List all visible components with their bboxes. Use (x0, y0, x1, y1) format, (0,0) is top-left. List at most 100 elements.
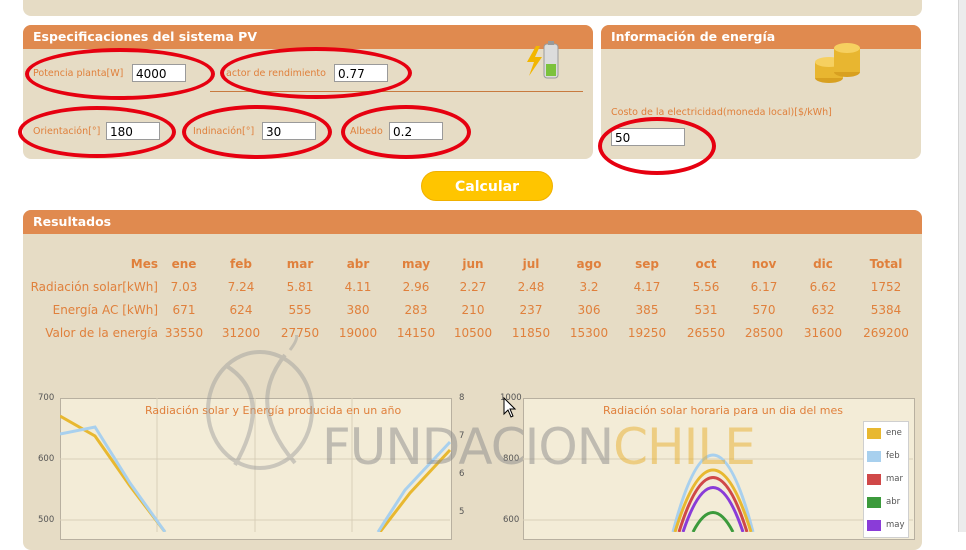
y-tick-label-right: 5 (459, 507, 465, 517)
table-cell: 19250 (627, 325, 667, 340)
annotation-ring (220, 47, 412, 99)
coins-icon (815, 43, 860, 83)
annotation-ring (182, 105, 332, 159)
table-cell: 5384 (870, 302, 902, 317)
energy-series-line (60, 414, 167, 532)
annotation-ring (18, 106, 176, 158)
table-cell: 14150 (396, 325, 436, 340)
header-cell: dic (813, 256, 833, 271)
table-cell: 632 (811, 302, 835, 317)
table-cell: 10500 (453, 325, 493, 340)
table-cell: 1752 (870, 279, 902, 294)
table-cell: 4.17 (633, 279, 661, 294)
table-cell: 26550 (686, 325, 726, 340)
legend-label: ene (886, 428, 902, 438)
header-cell: ene (171, 256, 197, 271)
table-cell: 269200 (863, 325, 909, 340)
table-cell: 5.81 (286, 279, 314, 294)
legend-label: mar (886, 474, 903, 484)
table-header-row: Mes ene feb mar abr may jun jul ago sep … (24, 252, 918, 275)
annotation-ring (598, 117, 716, 175)
hourly-series-may (681, 486, 745, 532)
table-row: Valor de la energía 33550 31200 27750 19… (24, 321, 918, 344)
y-tick-label: 600 (503, 515, 520, 525)
table-cell: 4.11 (344, 279, 372, 294)
header-cell: oct (695, 256, 717, 271)
row-label: Radiación solar[kWh] (30, 279, 158, 294)
header-cell: sep (635, 256, 659, 271)
table-row: Radiación solar[kWh] 7.03 7.24 5.81 4.11… (24, 275, 918, 298)
table-cell: 2.48 (517, 279, 545, 294)
legend-item (867, 520, 881, 531)
table-cell: 237 (519, 302, 543, 317)
results-title: Resultados (23, 210, 922, 234)
table-row: Energía AC [kWh] 671 624 555 380 283 210… (24, 298, 918, 321)
header-cell: ago (576, 256, 602, 271)
y-tick-label: 700 (38, 393, 55, 403)
legend-item (867, 497, 881, 508)
table-cell: 555 (288, 302, 312, 317)
table-cell: 28500 (744, 325, 784, 340)
table-cell: 570 (752, 302, 776, 317)
row-label: Valor de la energía (45, 325, 158, 340)
header-cell: feb (230, 256, 252, 271)
watermark-text: FUNDACIONCHILE (322, 418, 756, 476)
results-table: Mes ene feb mar abr may jun jul ago sep … (24, 252, 918, 344)
battery-charging-icon (527, 41, 559, 79)
table-cell: 380 (346, 302, 370, 317)
table-cell: 5.56 (692, 279, 720, 294)
table-cell: 2.27 (459, 279, 487, 294)
calcular-button[interactable]: Calcular (421, 171, 553, 201)
table-cell: 7.03 (170, 279, 198, 294)
top-panel-remnant (23, 0, 922, 16)
radiation-series-line (60, 425, 167, 532)
table-cell: 624 (229, 302, 253, 317)
hourly-chart-title: Radiación solar horaria para un dia del … (603, 404, 843, 417)
row-label: Energía AC [kWh] (52, 302, 158, 317)
watermark-part2: CHILE (613, 418, 756, 476)
table-cell: 3.2 (579, 279, 599, 294)
legend-item (867, 474, 881, 485)
legend-item (867, 428, 881, 439)
mouse-cursor-icon (503, 397, 517, 418)
pv-specs-title: Especificaciones del sistema PV (23, 25, 593, 49)
header-cell: Mes (130, 256, 158, 271)
costo-label: Costo de la electricidad(moneda local)[$… (611, 107, 832, 118)
hourly-series-abr (691, 511, 735, 532)
table-cell: 531 (694, 302, 718, 317)
legend-label: feb (886, 451, 900, 461)
header-cell: may (401, 256, 431, 271)
table-cell: 6.17 (750, 279, 778, 294)
table-cell: 19000 (338, 325, 378, 340)
table-cell: 7.24 (227, 279, 255, 294)
table-cell: 2.96 (402, 279, 430, 294)
header-cell: nov (751, 256, 777, 271)
legend-item (867, 451, 881, 462)
y-tick-label: 600 (38, 454, 55, 464)
header-cell: Total (869, 256, 903, 271)
annotation-ring (25, 48, 215, 100)
legend-label: may (886, 520, 905, 530)
watermark-part1: FUNDACION (322, 418, 614, 476)
header-cell: jun (462, 256, 484, 271)
y-tick-label-right: 8 (459, 393, 465, 403)
header-cell: mar (286, 256, 314, 271)
table-cell: 385 (635, 302, 659, 317)
table-cell: 210 (461, 302, 485, 317)
energy-info-title: Información de energía (601, 25, 921, 49)
table-cell: 6.62 (809, 279, 837, 294)
header-cell: jul (522, 256, 540, 271)
watermark-globe-logo (206, 335, 314, 470)
table-cell: 11850 (511, 325, 551, 340)
annotation-ring (341, 105, 471, 159)
table-cell: 283 (404, 302, 428, 317)
page-scrollbar[interactable] (958, 0, 966, 532)
legend-label: abr (886, 497, 901, 507)
hourly-chart-legend: ene feb mar abr may (863, 421, 909, 538)
table-cell: 15300 (569, 325, 609, 340)
table-cell: 306 (577, 302, 601, 317)
y-tick-label: 500 (38, 515, 55, 525)
header-cell: abr (346, 256, 370, 271)
table-cell: 31600 (803, 325, 843, 340)
table-cell: 671 (172, 302, 196, 317)
